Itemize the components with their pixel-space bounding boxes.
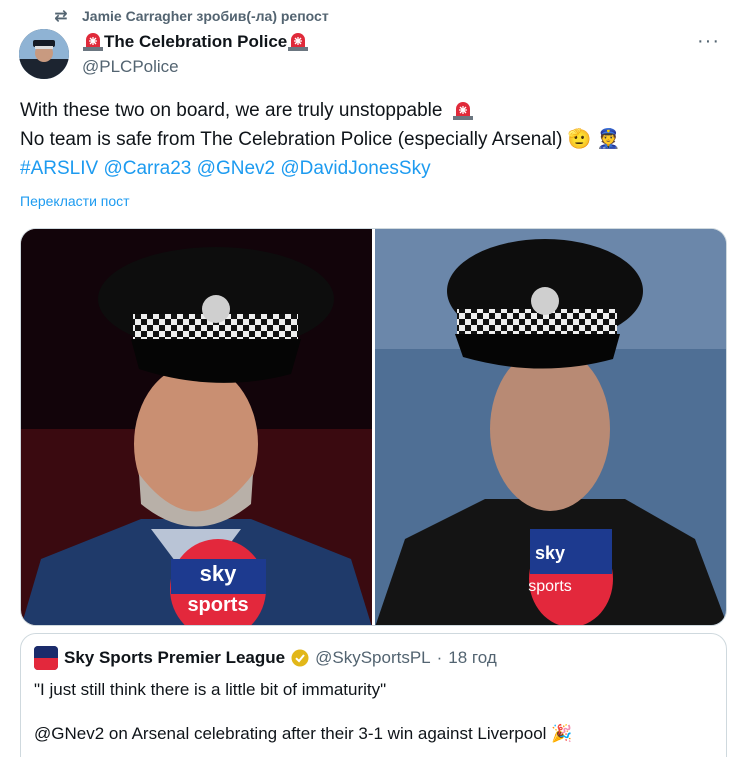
party-emoji: 🎉	[551, 724, 573, 743]
translate-post-link[interactable]: Перекласти пост	[20, 193, 130, 209]
author-handle[interactable]: @PLCPolice	[82, 55, 720, 79]
sky-sports-logo	[34, 646, 58, 670]
repost-indicator[interactable]: ⇄ Jamie Carragher зробив(-ла) репост	[50, 6, 329, 26]
mic-logo-sports: sports	[528, 578, 572, 595]
repost-text: Jamie Carragher зробив(-ла) репост	[82, 8, 329, 24]
quote-author-name[interactable]: Sky Sports Premier League	[64, 647, 285, 669]
more-icon[interactable]: ···	[697, 30, 720, 53]
quoted-tweet[interactable]: Sky Sports Premier League @SkySportsPL ·…	[20, 633, 727, 757]
mic-logo-sky: sky	[200, 561, 237, 586]
photo-right[interactable]: sky sports	[375, 229, 726, 625]
mic-logo-sports: sports	[187, 594, 248, 616]
separator: ·	[436, 648, 443, 667]
tweet-text: With these two on board, we are truly un…	[20, 96, 720, 183]
mic-logo-sky: sky	[535, 543, 565, 563]
hashtag-link[interactable]: #ARSLIV	[20, 158, 98, 179]
quote-text-1: "I just still think there is a little bi…	[34, 680, 387, 699]
verified-badge-icon	[291, 649, 309, 667]
siren-icon	[83, 33, 103, 51]
avatar[interactable]	[19, 29, 69, 79]
media-grid[interactable]: sky sports sky sports	[20, 228, 727, 626]
quote-text-2: @GNev2 on Arsenal celebrating after thei…	[34, 724, 547, 743]
tweet-line-1: With these two on board, we are truly un…	[20, 100, 443, 121]
author-name[interactable]: The Celebration Police	[104, 30, 287, 54]
quote-author-handle[interactable]: @SkySportsPL	[315, 647, 431, 669]
mention-link[interactable]: @GNev2	[197, 158, 275, 179]
mention-link[interactable]: @DavidJonesSky	[280, 158, 430, 179]
quote-text-2-row: @GNev2 on Arsenal celebrating after thei…	[34, 722, 713, 746]
tweet-line-2: No team is safe from The Celebration Pol…	[20, 129, 563, 150]
photo-left[interactable]: sky sports	[21, 229, 372, 625]
siren-icon	[288, 33, 309, 51]
tweet-emoji: 🫡 👮	[567, 129, 621, 150]
siren-icon	[452, 101, 473, 120]
retweet-icon: ⇄	[54, 8, 68, 25]
quote-time[interactable]: 18 год	[448, 647, 496, 669]
mention-link[interactable]: @Carra23	[103, 158, 191, 179]
